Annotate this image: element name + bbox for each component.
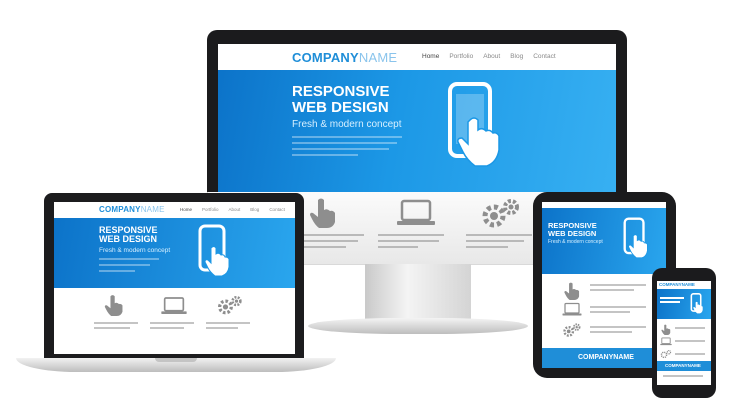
feature-text-line xyxy=(675,353,705,355)
laptop-hero-banner: RESPONSIVE WEB DESIGN Fresh & modern con… xyxy=(54,218,295,288)
desktop-hero-subtitle: Fresh & modern concept xyxy=(292,119,402,130)
feature-2-text xyxy=(378,234,444,252)
laptop-hero-body-text xyxy=(99,258,159,276)
tablet-footer: COMPANYNAME xyxy=(542,348,666,368)
nav-blog[interactable]: Blog xyxy=(250,207,259,212)
desktop-screen: COMPANYNAME Home Portfolio About Blog Co… xyxy=(218,44,616,192)
gears-icon xyxy=(216,294,244,316)
footer-text-line xyxy=(663,375,703,377)
gears-icon xyxy=(562,322,582,338)
laptop-nav-links: Home Portfolio About Blog Contact xyxy=(170,207,285,212)
phone-hero-title-line xyxy=(660,297,684,299)
desktop-nav-links: Home Portfolio About Blog Contact xyxy=(412,53,556,60)
laptop-navbar: COMPANYNAME Home Portfolio About Blog Co… xyxy=(54,202,295,219)
nav-home[interactable]: Home xyxy=(422,53,439,60)
gears-icon xyxy=(660,349,672,359)
phone-brand-logo[interactable]: COMPANYNAME xyxy=(659,282,695,287)
touch-hand-icon xyxy=(102,292,126,316)
laptop-icon xyxy=(160,296,188,316)
hero-title-line-2: WEB DESIGN xyxy=(292,98,389,116)
nav-contact[interactable]: Contact xyxy=(269,207,285,212)
desktop-hero-title: RESPONSIVE WEB DESIGN xyxy=(292,84,390,116)
brand-thin: NAME xyxy=(358,50,398,65)
feature-3-text xyxy=(466,234,532,252)
tablet-hero-banner: RESPONSIVE WEB DESIGN Fresh & modern con… xyxy=(542,208,666,274)
tablet-hero-title: RESPONSIVE WEB DESIGN xyxy=(548,222,597,238)
nav-about[interactable]: About xyxy=(229,207,241,212)
nav-about[interactable]: About xyxy=(483,53,500,60)
brand-bold: COMPANY xyxy=(292,50,359,65)
nav-home[interactable]: Home xyxy=(180,207,192,212)
feature-text-line xyxy=(150,327,184,329)
hero-title-line-2: WEB DESIGN xyxy=(548,228,597,238)
phone-hero-banner xyxy=(657,289,711,319)
laptop-hero-title: RESPONSIVE WEB DESIGN xyxy=(99,225,158,245)
tablet-screen: RESPONSIVE WEB DESIGN Fresh & modern con… xyxy=(542,202,666,368)
laptop-icon xyxy=(396,198,436,228)
feature-text-line xyxy=(94,322,138,324)
desktop-brand-logo[interactable]: COMPANYNAME xyxy=(292,50,397,65)
smartphone-touch-icon xyxy=(194,224,240,280)
desktop-hero-body-text xyxy=(292,136,402,160)
desktop-navbar: COMPANYNAME Home Portfolio About Blog Co… xyxy=(218,44,616,71)
nav-portfolio[interactable]: Portfolio xyxy=(449,53,473,60)
phone-footer: COMPANYNAME xyxy=(657,361,711,371)
desktop-hero-banner: RESPONSIVE WEB DESIGN Fresh & modern con… xyxy=(218,70,616,192)
feature-text-line xyxy=(590,306,646,308)
smartphone-touch-icon xyxy=(689,292,707,316)
touch-hand-icon xyxy=(562,280,582,300)
tablet-hero-subtitle: Fresh & modern concept xyxy=(548,239,603,245)
hero-title-line-2: WEB DESIGN xyxy=(99,234,158,245)
laptop-icon xyxy=(660,337,672,346)
phone-hero-title-line xyxy=(660,301,680,303)
tablet-footer-brand[interactable]: COMPANYNAME xyxy=(578,354,634,361)
brand-thin: NAME xyxy=(140,205,165,214)
monitor-stand-neck xyxy=(365,264,471,322)
laptop-hero-subtitle: Fresh & modern concept xyxy=(99,247,171,254)
nav-blog[interactable]: Blog xyxy=(510,53,523,60)
laptop-screen: COMPANYNAME Home Portfolio About Blog Co… xyxy=(54,202,295,354)
laptop-brand-logo[interactable]: COMPANYNAME xyxy=(99,205,165,214)
laptop-icon xyxy=(562,302,582,317)
touch-hand-icon xyxy=(660,323,672,335)
feature-text-line xyxy=(150,322,194,324)
feature-text-line xyxy=(590,326,646,328)
smartphone-touch-icon xyxy=(440,80,524,168)
feature-text-line xyxy=(675,327,705,329)
phone-screen: COMPANYNAME COMPANYNAME xyxy=(657,281,711,385)
feature-text-line xyxy=(206,322,250,324)
feature-1-text xyxy=(304,234,364,252)
nav-contact[interactable]: Contact xyxy=(533,53,555,60)
gears-icon xyxy=(480,196,522,230)
feature-text-line xyxy=(590,311,630,313)
hero-title-line-1: RESPONSIVE xyxy=(292,83,390,100)
feature-text-line xyxy=(94,327,130,329)
brand-bold: COMPANY xyxy=(99,205,141,214)
nav-portfolio[interactable]: Portfolio xyxy=(202,207,219,212)
touch-hand-icon xyxy=(306,194,340,228)
monitor-stand-base xyxy=(308,318,528,334)
smartphone-touch-icon xyxy=(620,216,656,262)
feature-text-line xyxy=(206,327,238,329)
feature-text-line xyxy=(590,331,632,333)
phone-footer-brand[interactable]: COMPANYNAME xyxy=(665,363,701,368)
laptop-notch xyxy=(155,358,197,362)
feature-text-line xyxy=(590,289,634,291)
feature-text-line xyxy=(590,284,646,286)
feature-text-line xyxy=(675,340,705,342)
